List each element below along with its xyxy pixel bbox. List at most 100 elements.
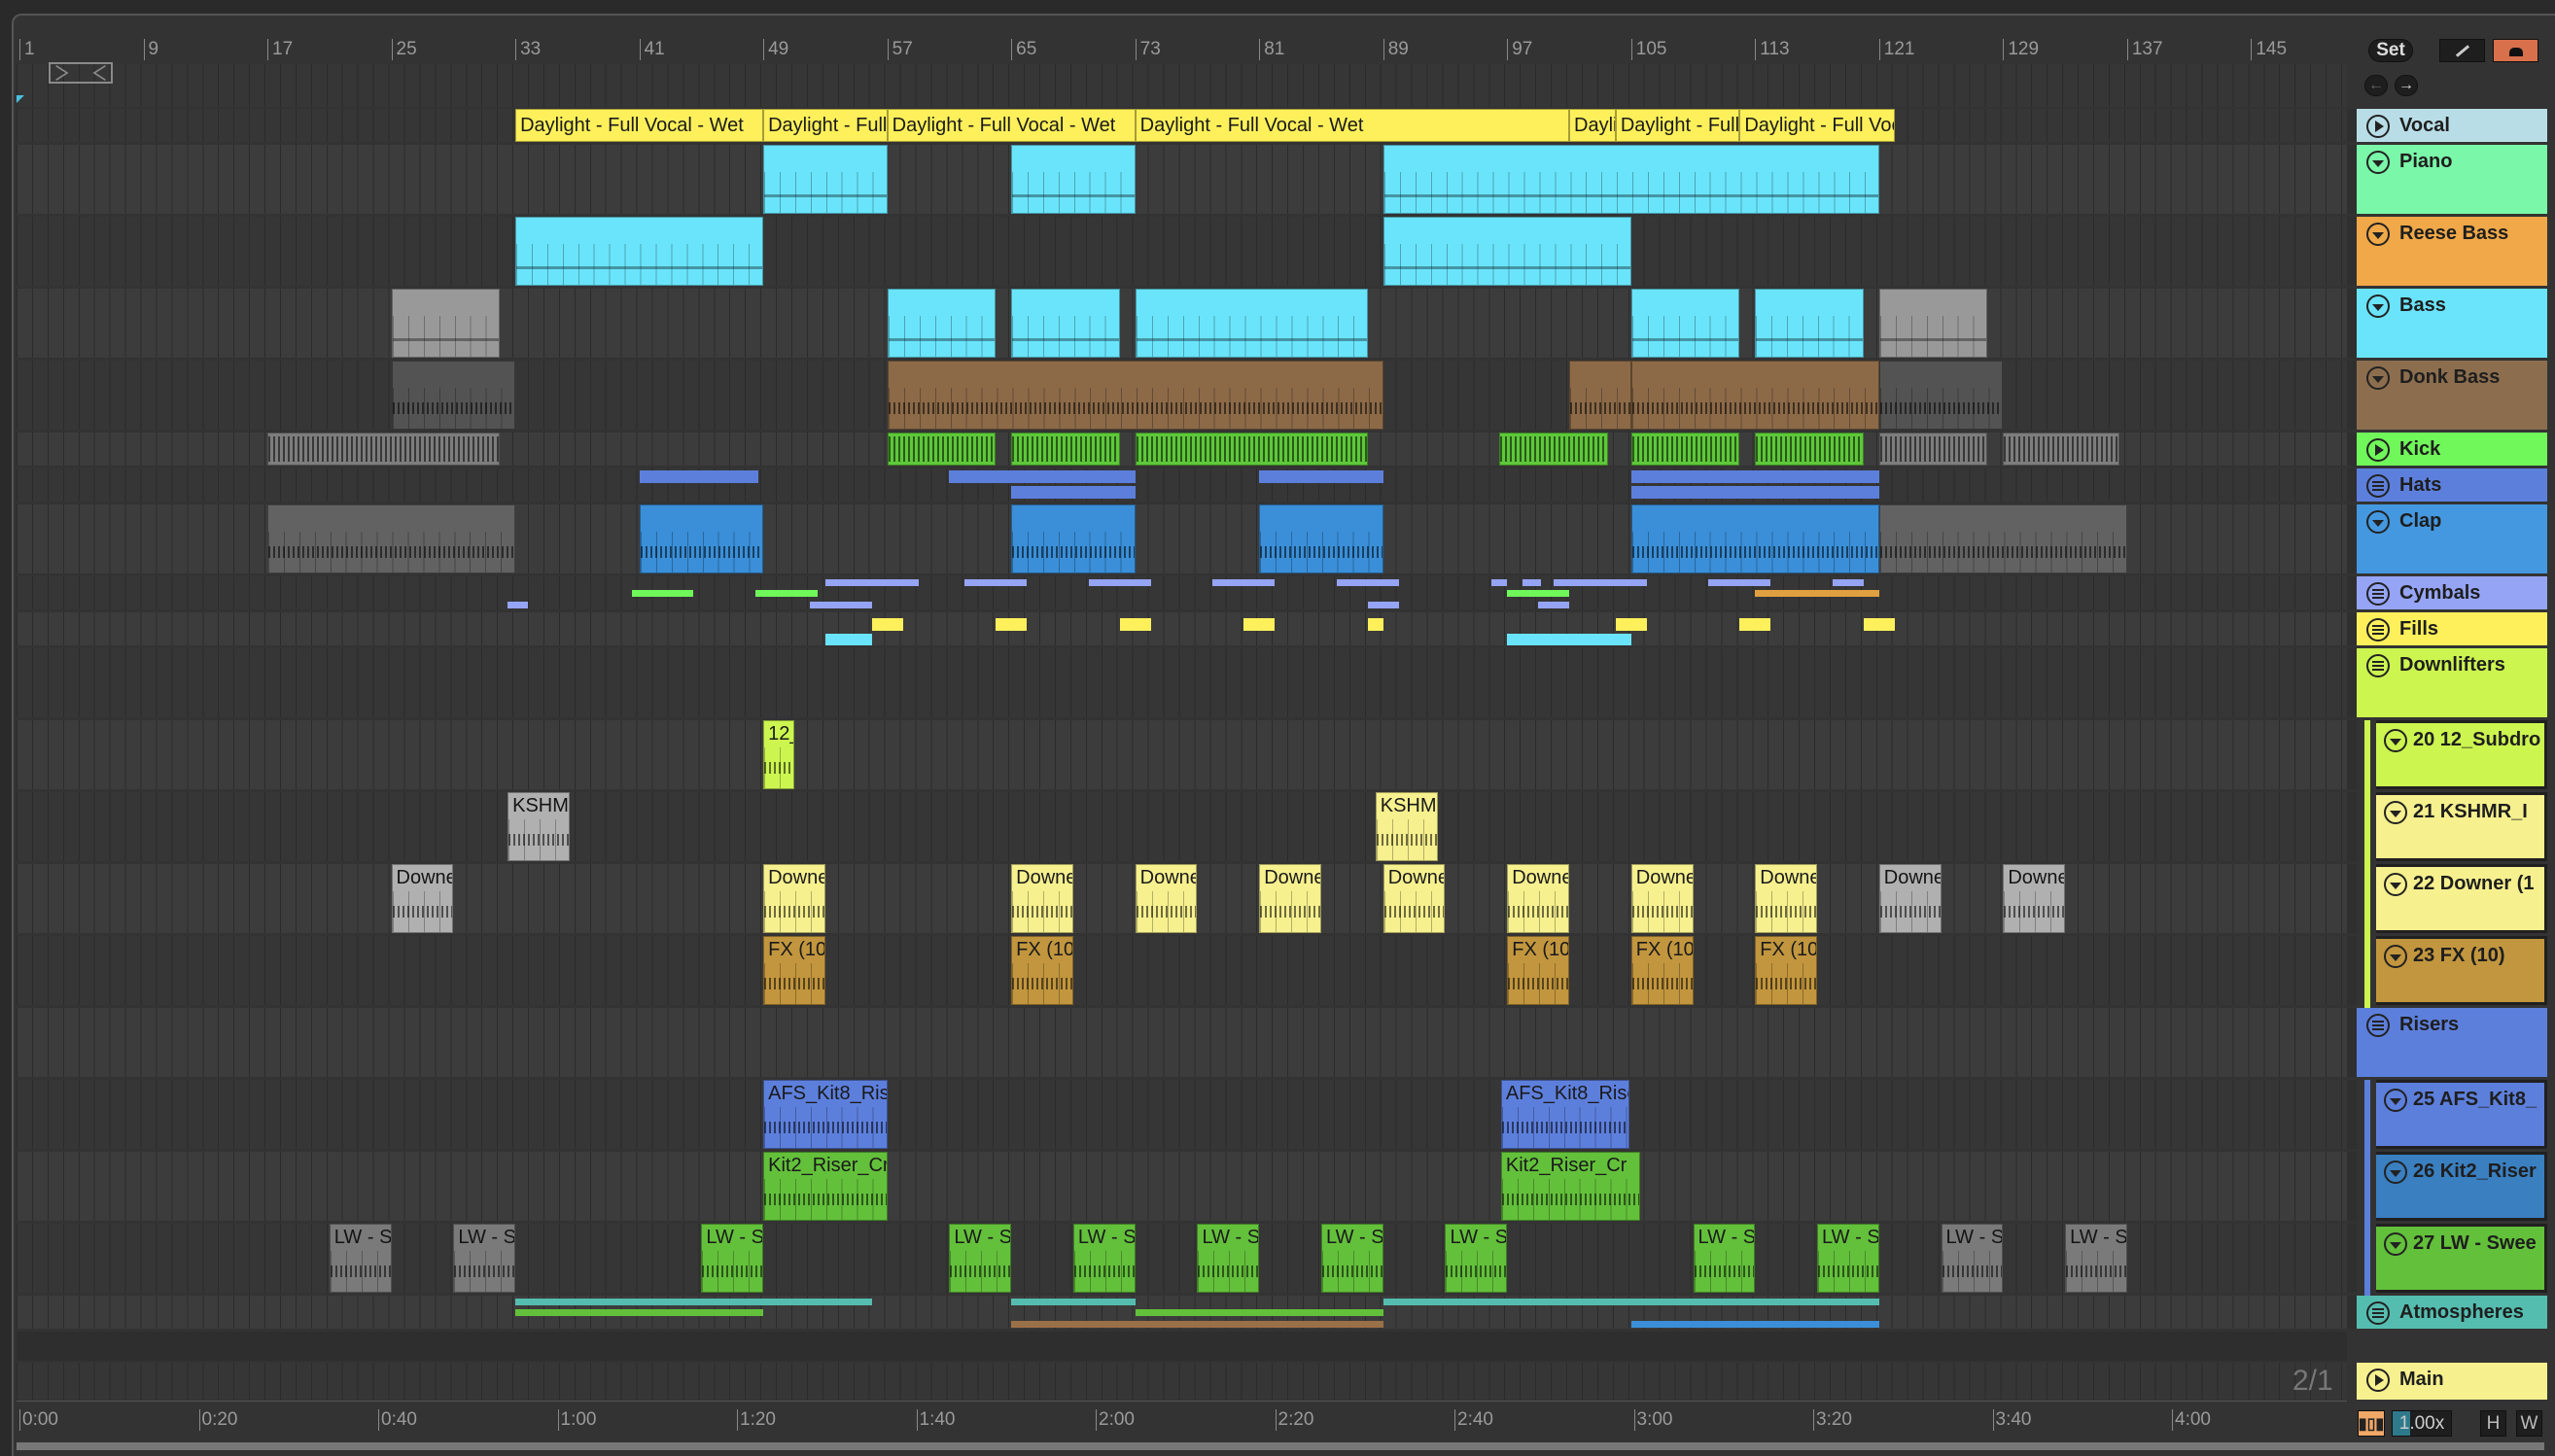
clip[interactable] [1878,361,2004,430]
optimize-height-button[interactable]: H [2480,1410,2506,1437]
loop-brace-icon[interactable] [49,62,113,84]
clip[interactable]: LW - Sweep [329,1224,392,1293]
clip[interactable] [1554,579,1647,586]
clip[interactable] [1011,486,1136,499]
fold-open-icon[interactable] [2366,151,2390,174]
track-header[interactable]: 22 Downer (1 [2364,864,2547,936]
clip[interactable]: Kit2_Riser_Cr [763,1152,888,1221]
clip[interactable] [1011,1299,1136,1305]
clip[interactable] [1708,579,1771,586]
track-header[interactable]: 27 LW - Swee [2364,1224,2547,1296]
group-icon[interactable] [2366,618,2390,641]
clip[interactable]: KSHMR [508,792,570,861]
zoom-field[interactable]: 1.00x [2392,1410,2452,1437]
clip[interactable]: Daylight - Full Vocal - Wet [1135,109,1569,142]
clip[interactable] [1630,1320,1879,1328]
clip[interactable] [1878,504,2127,573]
clip[interactable]: Downer [1878,864,1942,933]
clip[interactable] [639,504,764,573]
track-lane[interactable]: AFS_Kit8_Riser AFS_Kit8_Riser [17,1080,2347,1149]
clip[interactable]: Downer [763,864,825,933]
clip[interactable] [887,361,1383,430]
clip[interactable] [887,289,997,358]
track-header[interactable]: Bass [2357,289,2547,361]
clip[interactable]: LW - Sweep [1445,1224,1508,1293]
clip[interactable]: FX (10) [763,936,825,1005]
clip[interactable]: 12_Subdrop [763,720,794,789]
clip[interactable] [1630,433,1740,466]
clip[interactable]: Downer [1630,864,1694,933]
clip[interactable] [949,470,1136,483]
track-header[interactable]: Donk Bass [2357,361,2547,433]
track-lane[interactable] [17,361,2347,430]
clip[interactable]: LW - Sweep [453,1224,516,1293]
clip[interactable] [1878,433,1988,466]
clip[interactable] [1630,486,1879,499]
clip[interactable] [964,579,1028,586]
fold-open-icon[interactable] [2384,1161,2407,1184]
track-lane[interactable]: Kit2_Riser_Cr Kit2_Riser_Cr [17,1152,2347,1221]
clip[interactable] [1507,634,1631,645]
clip[interactable]: LW - Sweep [1941,1224,2004,1293]
track-lane[interactable]: FX (10) FX (10) FX (10) FX (10) FX (10) [17,936,2347,1005]
track-lane[interactable] [17,504,2347,573]
clip[interactable]: FX (10) [1011,936,1073,1005]
track-lane[interactable] [17,217,2347,286]
fold-closed-icon[interactable] [2366,115,2390,138]
track-header[interactable]: 23 FX (10) [2364,936,2547,1008]
clip[interactable] [1259,504,1383,573]
bar-ruler[interactable]: 1 9 17 25 33 41 49 57 65 73 81 89 97 105 113 121 129 137 1… [17,29,2347,64]
track-header[interactable]: Cymbals [2357,576,2547,612]
clip[interactable] [1863,618,1895,631]
clip[interactable] [1499,433,1608,466]
time-ruler[interactable]: 0:00 0:20 0:40 1:00 1:20 1:40 2:00 2:20 2:40 3:00… [17,1401,2347,1434]
track-lane[interactable] [17,648,2347,717]
fold-open-icon[interactable] [2384,801,2407,824]
track-lane[interactable]: Daylight - Full Vocal - Wet Daylight - Fu… [17,109,2347,142]
clip[interactable] [267,433,501,466]
clip[interactable]: LW - Sweep [1693,1224,1756,1293]
track-header[interactable]: 25 AFS_Kit8_ [2364,1080,2547,1152]
clip[interactable] [1569,361,1631,430]
clip[interactable] [391,361,516,430]
group-icon[interactable] [2366,474,2390,498]
clip[interactable]: Downer [1135,864,1198,933]
track-lane[interactable] [17,433,2347,466]
clip[interactable] [1011,289,1120,358]
group-icon[interactable] [2366,1014,2390,1037]
track-header[interactable]: Piano [2357,145,2547,217]
draw-mode-button[interactable] [2439,39,2485,62]
clip[interactable] [267,504,516,573]
clip[interactable] [1382,217,1631,286]
clip[interactable] [1088,579,1151,586]
empty-drop-area[interactable] [17,1332,2347,1361]
clip[interactable]: Daylight - Full Vocal - Wet [763,109,888,142]
track-header[interactable]: Clap [2357,504,2547,576]
track-lane[interactable]: LW - Sweep LW - Sweep LW - Sweep LW - Sweep… [17,1224,2347,1293]
clip[interactable]: AFS_Kit8_Riser [1500,1080,1630,1149]
clip[interactable] [1538,601,1569,608]
clip[interactable] [631,590,694,598]
group-icon[interactable] [2366,1301,2390,1325]
fold-open-icon[interactable] [2366,223,2390,246]
track-header[interactable]: 20 12_Subdro [2364,720,2547,792]
clip[interactable] [996,618,1028,631]
clip[interactable]: Downer [1259,864,1321,933]
fold-open-icon[interactable] [2366,510,2390,534]
clip[interactable] [1382,145,1879,214]
clip[interactable] [1119,618,1151,631]
fold-open-icon[interactable] [2384,873,2407,896]
scroll-forward-button[interactable]: → [2395,75,2418,96]
clip[interactable] [391,289,501,358]
track-header[interactable]: Hats [2357,468,2547,504]
horizontal-scrollbar[interactable] [17,1442,2544,1450]
clip[interactable] [1135,433,1368,466]
clip[interactable] [1630,361,1879,430]
clip[interactable]: LW - Sweep [1320,1224,1383,1293]
clip[interactable]: Downer [2003,864,2066,933]
clip[interactable] [763,145,888,214]
track-header[interactable]: 26 Kit2_Riser [2364,1152,2547,1224]
track-header-main[interactable]: Main [2357,1363,2547,1403]
clip[interactable]: Daylight - Full Vocal - Wet [1739,109,1895,142]
scroll-back-button[interactable]: ← [2364,75,2388,96]
